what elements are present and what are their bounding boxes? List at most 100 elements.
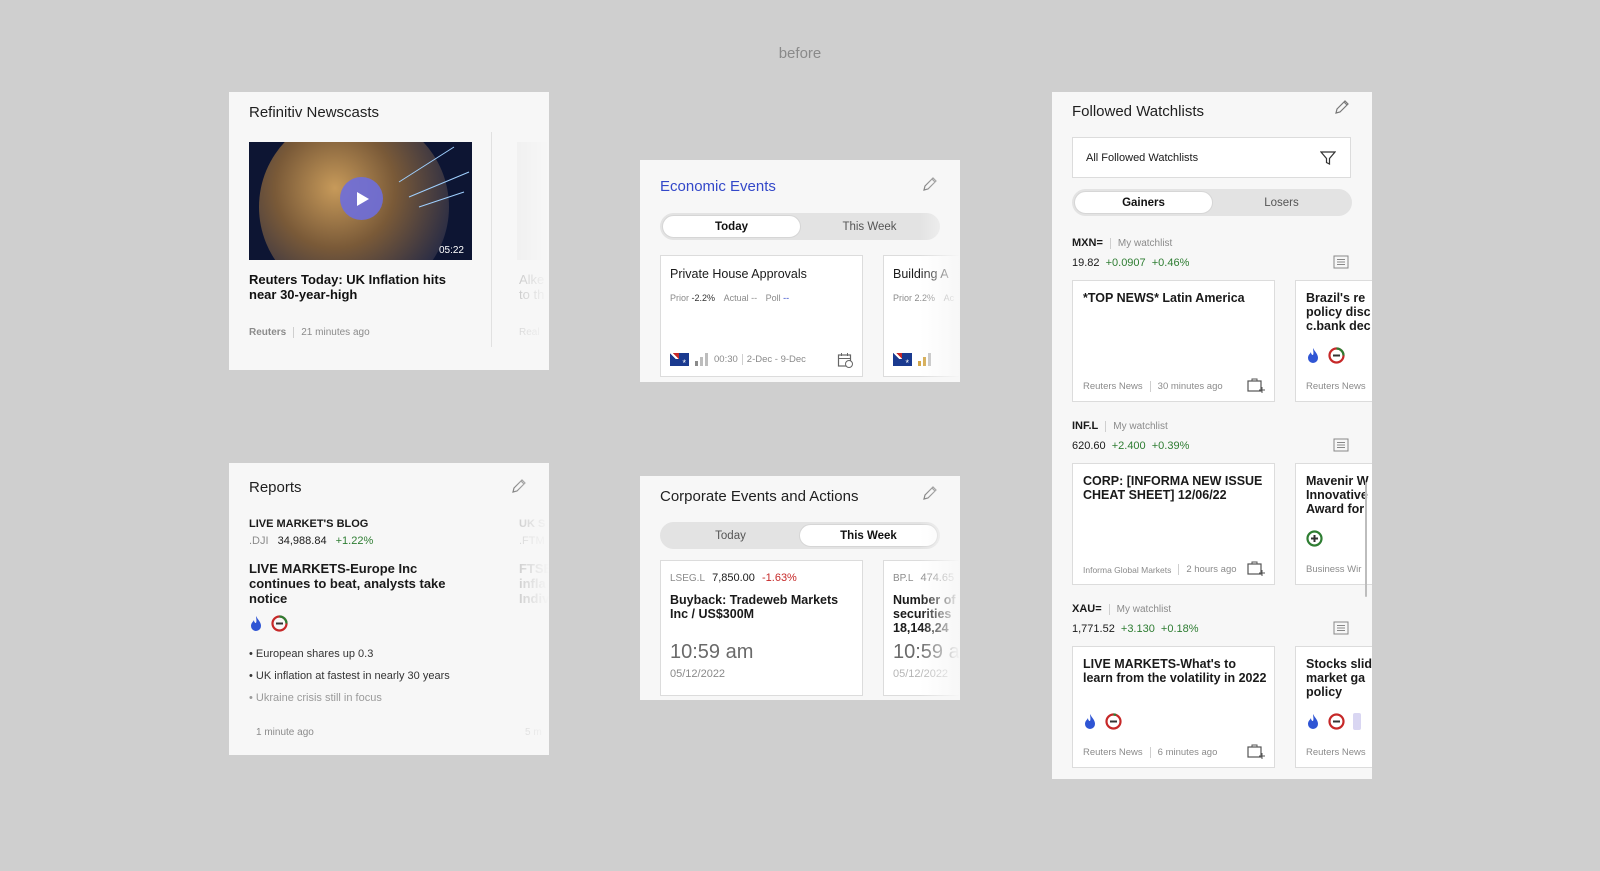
news-time: 2 hours ago bbox=[1186, 564, 1237, 575]
edit-icon[interactable] bbox=[1333, 98, 1351, 116]
news-indicators bbox=[1306, 347, 1345, 364]
instrument-header: XAU= My watchlist bbox=[1072, 603, 1171, 615]
watchlists-card: Followed Watchlists All Followed Watchli… bbox=[1052, 92, 1372, 779]
news-card[interactable]: Brazil's re policy disc c.bank dec Reute… bbox=[1295, 280, 1372, 402]
news-time: 30 minutes ago bbox=[1157, 381, 1223, 392]
add-to-portfolio-icon[interactable] bbox=[1247, 377, 1265, 393]
quote-ric: .DJI bbox=[249, 535, 269, 547]
newscast-headline[interactable]: Reuters Today: UK Inflation hits near 30… bbox=[249, 272, 474, 302]
news-source: Reuters News bbox=[1083, 381, 1143, 392]
news-headline: Brazil's re policy disc c.bank dec bbox=[1306, 291, 1371, 333]
filter-icon[interactable] bbox=[1320, 150, 1336, 166]
event-values: Prior -2.2% Actual -- Poll -- bbox=[670, 293, 789, 303]
corporate-event-card[interactable]: LSEG.L 7,850.00 -1.63% Buyback: Tradeweb… bbox=[660, 560, 863, 696]
quote-ric: LSEG.L bbox=[670, 573, 706, 584]
prior-label: Prior bbox=[670, 293, 690, 303]
bullet-text: UK inflation at fastest in nearly 30 yea… bbox=[255, 670, 450, 682]
news-card[interactable]: LIVE MARKETS-What's to learn from the vo… bbox=[1072, 646, 1275, 768]
watchlist-name: My watchlist bbox=[1116, 603, 1172, 615]
news-source: Business Wir bbox=[1306, 564, 1362, 575]
event-time: 10:59 a bbox=[893, 641, 960, 663]
importance-bars-icon bbox=[918, 353, 931, 366]
reports-card: Reports LIVE MARKET'S BLOG .DJI 34,988.8… bbox=[229, 463, 549, 755]
tab-losers[interactable]: Losers bbox=[1213, 191, 1350, 214]
corporate-tabs: Today This Week bbox=[660, 522, 940, 549]
edit-icon[interactable] bbox=[510, 477, 528, 495]
news-icon[interactable] bbox=[1333, 438, 1349, 452]
edit-icon[interactable] bbox=[921, 484, 939, 502]
play-button[interactable] bbox=[340, 177, 383, 220]
tab-this-week[interactable]: This Week bbox=[799, 524, 938, 547]
add-calendar-icon[interactable] bbox=[837, 352, 853, 368]
carousel-divider bbox=[491, 132, 492, 347]
report-time: 1 minute ago bbox=[256, 727, 314, 738]
corporate-events-title: Corporate Events and Actions bbox=[660, 488, 859, 505]
australia-flag-icon bbox=[670, 353, 689, 368]
video-thumbnail[interactable]: 05:22 bbox=[249, 142, 472, 260]
next-newscast-thumb[interactable] bbox=[517, 142, 549, 260]
next-headline-line1: Alke bbox=[519, 272, 545, 287]
watchlists-title: Followed Watchlists bbox=[1072, 103, 1204, 120]
news-source: Informa Global Markets bbox=[1083, 564, 1172, 575]
news-headline: Stocks slid market ga policy bbox=[1306, 657, 1372, 699]
instrument-quote: 620.60 +2.400 +0.39% bbox=[1072, 440, 1189, 452]
event-values: Prior 2.2% Ac bbox=[893, 293, 954, 303]
report-headline[interactable]: LIVE MARKETS-Europe Inc continues to bea… bbox=[249, 561, 464, 606]
quote-change: +3.130 bbox=[1120, 623, 1155, 635]
event-headline: Buyback: Tradeweb Markets Inc / US$300M bbox=[670, 593, 839, 621]
event-date: 05/12/2022 bbox=[893, 668, 949, 680]
watchlist-scrollbar[interactable] bbox=[1365, 482, 1367, 597]
news-card[interactable]: CORP: [INFORMA NEW ISSUE CHEAT SHEET] 12… bbox=[1072, 463, 1275, 585]
next-report-label: UK S bbox=[519, 518, 546, 530]
poll-value: -- bbox=[783, 293, 790, 303]
instrument-ric[interactable]: MXN= bbox=[1072, 237, 1103, 249]
flame-icon bbox=[1085, 714, 1095, 729]
bullet-text: European shares up 0.3 bbox=[255, 648, 374, 660]
news-card[interactable]: Stocks slid market ga policy Reuters New… bbox=[1295, 646, 1372, 768]
corporate-event-card[interactable]: BP.L 474.65 Number of securities 18,148,… bbox=[883, 560, 960, 696]
flame-icon bbox=[1308, 348, 1318, 363]
quote-ric: BP.L bbox=[893, 573, 914, 584]
add-to-portfolio-icon[interactable] bbox=[1247, 560, 1265, 576]
poll-label: Poll bbox=[765, 293, 781, 303]
actual-label: Actual bbox=[723, 293, 749, 303]
edit-icon[interactable] bbox=[921, 175, 939, 193]
tab-today[interactable]: Today bbox=[662, 524, 799, 547]
instrument-ric[interactable]: INF.L bbox=[1072, 420, 1098, 432]
event-name: Building A bbox=[893, 267, 949, 281]
news-meta: Informa Global Markets 2 hours ago bbox=[1083, 564, 1237, 575]
watchlist-filter[interactable]: All Followed Watchlists bbox=[1072, 137, 1351, 178]
event-time: 10:59 am bbox=[670, 641, 754, 663]
news-card[interactable]: Mavenir W Innovative Award for Business … bbox=[1295, 463, 1372, 585]
prior-value: 2.2% bbox=[914, 293, 936, 303]
tab-gainers[interactable]: Gainers bbox=[1074, 191, 1213, 214]
quote-price: 1,771.52 bbox=[1072, 623, 1115, 635]
instrument-header: MXN= My watchlist bbox=[1072, 237, 1172, 249]
next-newscast-headline[interactable]: Alke to th bbox=[519, 272, 544, 302]
event-quote: BP.L 474.65 bbox=[893, 572, 954, 584]
news-card[interactable]: *TOP NEWS* Latin America Reuters News 30 … bbox=[1072, 280, 1275, 402]
economic-event-card[interactable]: Building A Prior 2.2% Ac bbox=[883, 255, 960, 377]
corporate-events-card: Corporate Events and Actions Today This … bbox=[640, 476, 960, 700]
tab-today[interactable]: Today bbox=[662, 215, 801, 238]
watchlist-tabs: Gainers Losers bbox=[1072, 189, 1352, 216]
watchlist-name: My watchlist bbox=[1113, 420, 1168, 432]
add-to-portfolio-icon[interactable] bbox=[1247, 743, 1265, 759]
video-duration: 05:22 bbox=[438, 245, 464, 256]
news-icon[interactable] bbox=[1333, 621, 1349, 635]
actual-label: Ac bbox=[943, 293, 955, 303]
quote-pct: +0.39% bbox=[1151, 440, 1190, 452]
tab-this-week[interactable]: This Week bbox=[801, 215, 938, 238]
next-report-headline[interactable]: FTSE infla Indiv bbox=[519, 561, 549, 606]
importance-bars-icon bbox=[695, 353, 708, 366]
flame-icon bbox=[1308, 714, 1318, 729]
event-footer: 00:30 2-Dec - 9-Dec bbox=[670, 353, 806, 368]
actual-value: -- bbox=[751, 293, 758, 303]
bullet-item: • UK inflation at fastest in nearly 30 y… bbox=[249, 670, 450, 682]
economic-event-card[interactable]: Private House Approvals Prior -2.2% Actu… bbox=[660, 255, 863, 377]
instrument-ric[interactable]: XAU= bbox=[1072, 603, 1102, 615]
sentiment-icon bbox=[1328, 713, 1345, 730]
news-icon[interactable] bbox=[1333, 255, 1349, 269]
quote-pct: +0.46% bbox=[1151, 257, 1190, 269]
bullet-text: Ukraine crisis still in focus bbox=[255, 692, 382, 704]
